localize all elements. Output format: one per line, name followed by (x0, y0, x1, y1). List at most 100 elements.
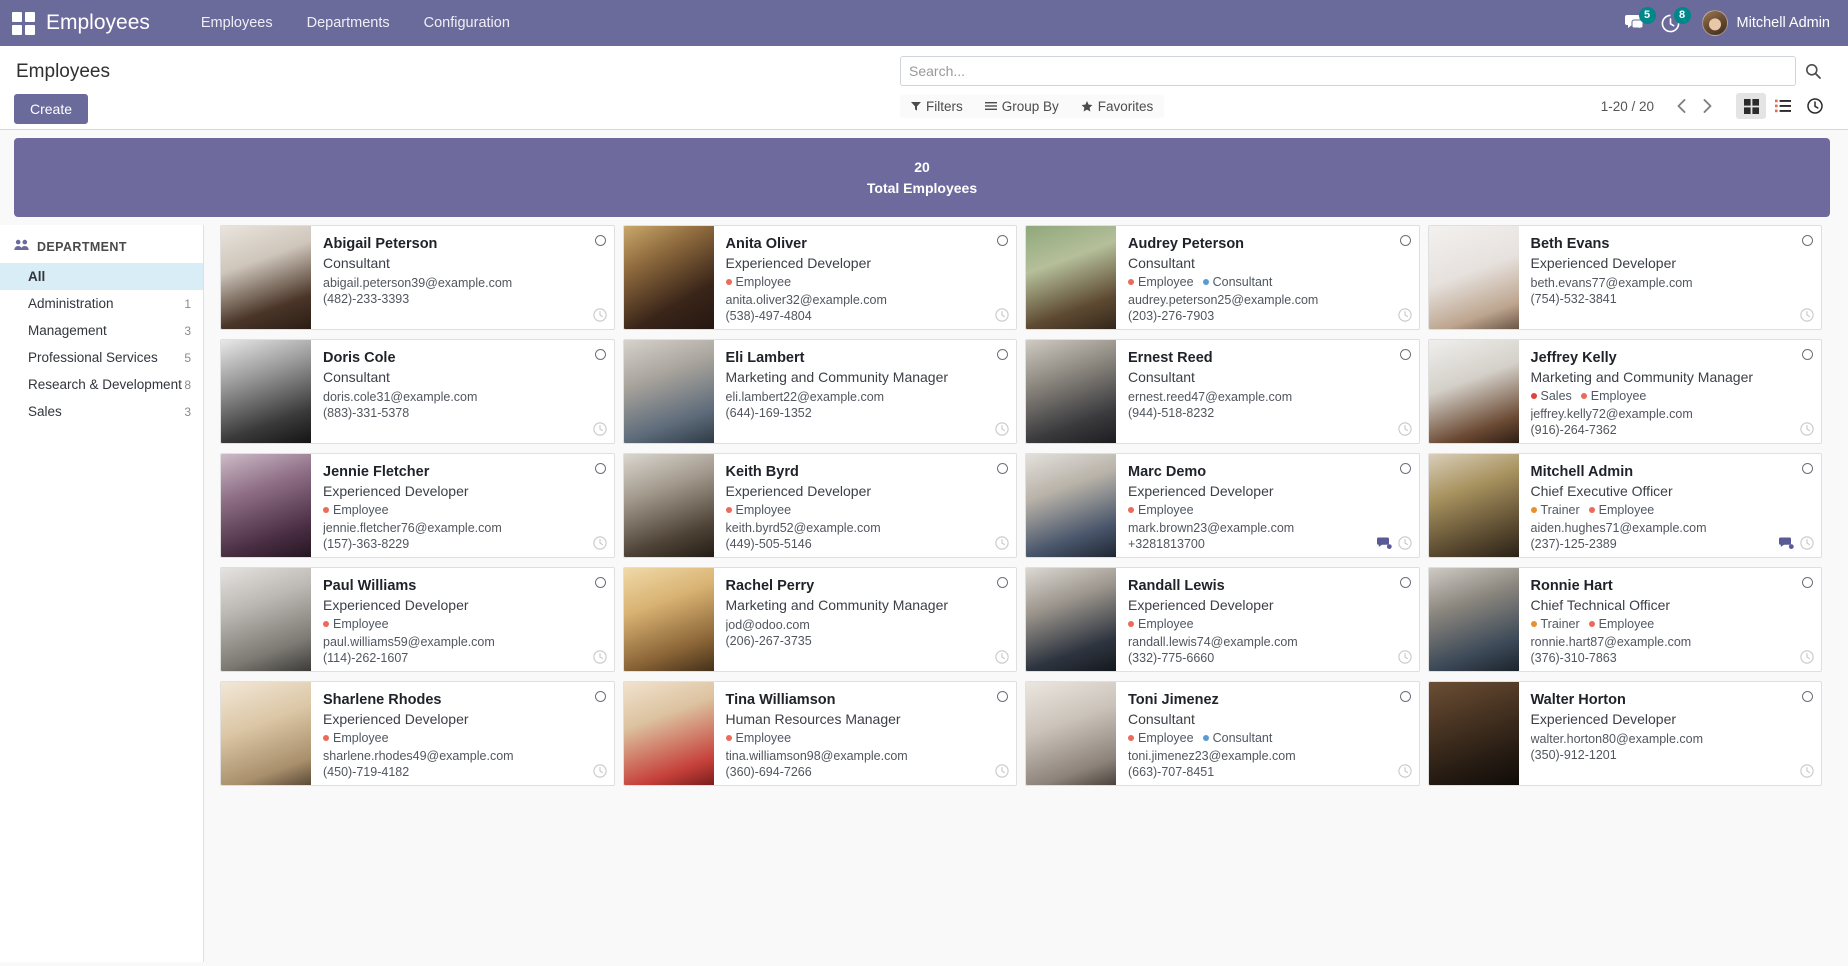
kanban-manage-icon[interactable] (1802, 349, 1813, 360)
activity-clock-icon[interactable] (592, 422, 607, 438)
activity-clock-icon[interactable] (995, 650, 1009, 666)
employee-card[interactable]: Keith Byrd Experienced Developer Employee k… (622, 453, 1026, 567)
activities-button[interactable]: 8 (1661, 6, 1691, 33)
employee-phone[interactable]: (449)-505-5146 (726, 537, 1007, 551)
menu-item-configuration[interactable]: Configuration (407, 3, 527, 43)
activity-clock-icon[interactable] (995, 308, 1009, 324)
employee-card[interactable]: Randall Lewis Experienced Developer Employ… (1025, 567, 1428, 681)
employee-phone[interactable]: (360)-694-7266 (726, 765, 1007, 779)
chat-bubble-icon[interactable] (1779, 537, 1794, 552)
sidebar-item-management[interactable]: Management 3 (0, 317, 203, 344)
sidebar-item-all[interactable]: All (0, 263, 203, 290)
employee-email[interactable]: anita.oliver32@example.com (726, 293, 1007, 307)
activity-clock-icon[interactable] (592, 308, 607, 324)
activity-clock-icon[interactable] (1800, 422, 1814, 438)
activity-clock-icon[interactable] (1397, 308, 1412, 324)
activity-clock-icon[interactable] (1800, 536, 1814, 552)
employee-phone[interactable]: (206)-267-3735 (726, 634, 1007, 648)
activity-clock-icon[interactable] (1397, 650, 1412, 666)
activity-clock-icon[interactable] (995, 536, 1009, 552)
employee-card[interactable]: Mitchell Admin Chief Executive Officer Tra… (1427, 453, 1831, 567)
kanban-manage-icon[interactable] (997, 349, 1008, 360)
employee-card-inner[interactable]: Sharlene Rhodes Experienced Developer Empl… (220, 681, 615, 786)
employee-card[interactable]: Paul Williams Experienced Developer Employ… (220, 567, 623, 681)
employee-email[interactable]: toni.jimenez23@example.com (1128, 749, 1409, 763)
view-switcher-kanban[interactable] (1736, 93, 1766, 119)
employee-card[interactable]: Abigail Peterson Consultant abigail.peters… (220, 225, 623, 339)
employee-email[interactable]: eli.lambert22@example.com (726, 390, 1007, 404)
kanban-manage-icon[interactable] (997, 691, 1008, 702)
employee-card-inner[interactable]: Paul Williams Experienced Developer Employ… (220, 567, 615, 672)
activity-clock-icon[interactable] (1800, 764, 1814, 780)
activity-clock-icon[interactable] (1397, 536, 1412, 552)
kanban-manage-icon[interactable] (1399, 463, 1411, 474)
search-input-wrapper[interactable] (900, 56, 1796, 86)
employee-card-inner[interactable]: Tina Williamson Human Resources Manager Em… (622, 681, 1017, 786)
employee-card-inner[interactable]: Walter Horton Experienced Developer walter… (1427, 681, 1822, 786)
employee-phone[interactable]: (644)-169-1352 (726, 406, 1007, 420)
menu-item-departments[interactable]: Departments (290, 3, 407, 43)
employee-email[interactable]: randall.lewis74@example.com (1128, 635, 1409, 649)
group-by-button[interactable]: Group By (974, 95, 1070, 118)
activity-clock-icon[interactable] (1800, 308, 1814, 324)
employee-card[interactable]: Audrey Peterson Consultant Employee Consult… (1025, 225, 1428, 339)
employee-email[interactable]: doris.cole31@example.com (323, 390, 604, 404)
filters-button[interactable]: Filters (900, 95, 974, 118)
employee-card-inner[interactable]: Eli Lambert Marketing and Community Manag… (622, 339, 1017, 444)
employee-card[interactable]: Anita Oliver Experienced Developer Employe… (622, 225, 1026, 339)
employee-phone[interactable]: (203)-276-7903 (1128, 309, 1409, 323)
sidebar-item-administration[interactable]: Administration 1 (0, 290, 203, 317)
app-brand-title[interactable]: Employees (46, 11, 150, 35)
employee-email[interactable]: sharlene.rhodes49@example.com (323, 749, 604, 763)
employee-email[interactable]: paul.williams59@example.com (323, 635, 604, 649)
employee-card-inner[interactable]: Jennie Fletcher Experienced Developer Empl… (220, 453, 615, 558)
kanban-manage-icon[interactable] (1399, 691, 1411, 702)
employee-phone[interactable]: (663)-707-8451 (1128, 765, 1409, 779)
employee-email[interactable]: beth.evans77@example.com (1531, 276, 1812, 290)
kanban-manage-icon[interactable] (1802, 463, 1813, 474)
pager-next-button[interactable] (1696, 94, 1718, 118)
kanban-manage-icon[interactable] (1399, 235, 1411, 246)
sidebar-item-sales[interactable]: Sales 3 (0, 398, 203, 425)
employee-card-inner[interactable]: Marc Demo Experienced Developer Employee ma… (1025, 453, 1420, 558)
employee-phone[interactable]: (332)-775-6660 (1128, 651, 1409, 665)
employee-card[interactable]: Rachel Perry Marketing and Community Mana… (622, 567, 1026, 681)
employee-phone[interactable]: (944)-518-8232 (1128, 406, 1409, 420)
activity-clock-icon[interactable] (1397, 422, 1412, 438)
employee-card-inner[interactable]: Anita Oliver Experienced Developer Employe… (622, 225, 1017, 330)
view-switcher-list[interactable] (1768, 93, 1798, 119)
employee-card-inner[interactable]: Doris Cole Consultant doris.cole31@example… (220, 339, 615, 444)
favorites-button[interactable]: Favorites (1070, 95, 1165, 118)
chat-bubble-icon[interactable] (1376, 537, 1392, 552)
view-switcher-activity[interactable] (1800, 93, 1830, 119)
kanban-manage-icon[interactable] (1802, 577, 1813, 588)
employee-card[interactable]: Walter Horton Experienced Developer walter… (1427, 681, 1831, 795)
employee-email[interactable]: walter.horton80@example.com (1531, 732, 1812, 746)
apps-grid-icon[interactable] (10, 10, 36, 36)
employee-card-inner[interactable]: Ernest Reed Consultant ernest.reed47@examp… (1025, 339, 1420, 444)
employee-card[interactable]: Sharlene Rhodes Experienced Developer Empl… (220, 681, 623, 795)
kanban-manage-icon[interactable] (1399, 349, 1411, 360)
employee-card-inner[interactable]: Abigail Peterson Consultant abigail.peters… (220, 225, 615, 330)
employee-card-inner[interactable]: Toni Jimenez Consultant Employee Consultant… (1025, 681, 1420, 786)
sidebar-item-professional-services[interactable]: Professional Services 5 (0, 344, 203, 371)
employee-email[interactable]: jod@odoo.com (726, 618, 1007, 632)
employee-card[interactable]: Toni Jimenez Consultant Employee Consultant… (1025, 681, 1428, 795)
kanban-manage-icon[interactable] (997, 577, 1008, 588)
kanban-manage-icon[interactable] (594, 691, 606, 702)
kanban-manage-icon[interactable] (1399, 577, 1411, 588)
employee-phone[interactable]: (376)-310-7863 (1531, 651, 1812, 665)
employee-card[interactable]: Eli Lambert Marketing and Community Manag… (622, 339, 1026, 453)
employee-card-inner[interactable]: Jeffrey Kelly Marketing and Community Man… (1427, 339, 1822, 444)
kanban-manage-icon[interactable] (997, 235, 1008, 246)
employee-phone[interactable]: (883)-331-5378 (323, 406, 604, 420)
employee-card-inner[interactable]: Audrey Peterson Consultant Employee Consult… (1025, 225, 1420, 330)
employee-card[interactable]: Beth Evans Experienced Developer beth.evan… (1427, 225, 1831, 339)
kanban-manage-icon[interactable] (594, 577, 606, 588)
employee-email[interactable]: audrey.peterson25@example.com (1128, 293, 1409, 307)
activity-clock-icon[interactable] (995, 422, 1009, 438)
activity-clock-icon[interactable] (1397, 764, 1412, 780)
activity-clock-icon[interactable] (1800, 650, 1814, 666)
kanban-manage-icon[interactable] (1802, 235, 1813, 246)
employee-phone[interactable]: +3281813700 (1128, 537, 1409, 551)
